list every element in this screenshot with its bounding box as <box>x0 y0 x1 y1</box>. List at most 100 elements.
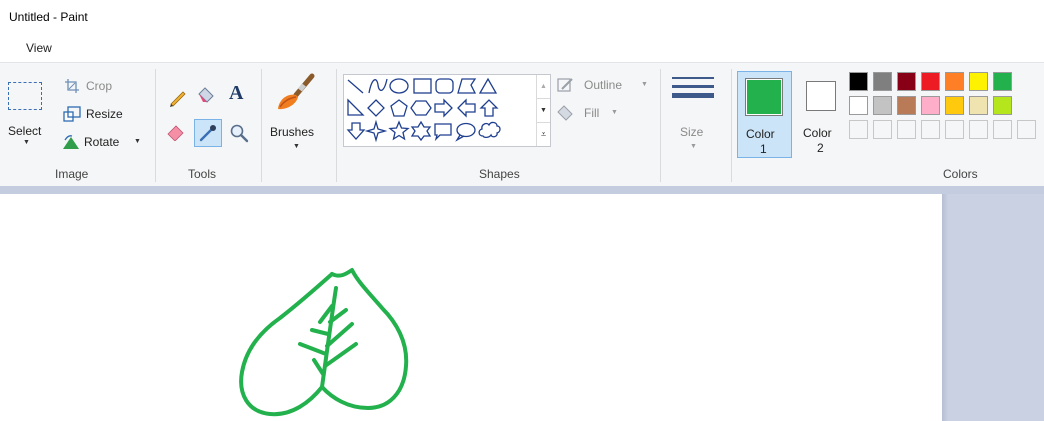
palette-swatch[interactable] <box>993 72 1012 91</box>
shapes-gallery-icons <box>346 77 501 143</box>
custom-color-slot[interactable] <box>969 120 988 139</box>
six-point-star-shape-icon <box>410 120 432 142</box>
palette-swatch[interactable] <box>849 72 868 91</box>
palette-swatch[interactable] <box>969 96 988 115</box>
palette-swatch[interactable] <box>873 96 892 115</box>
custom-color-slot[interactable] <box>897 120 916 139</box>
window-title: Untitled - Paint <box>9 10 88 24</box>
fill-bucket-icon[interactable] <box>196 85 216 105</box>
right-arrow-shape-icon <box>434 98 453 118</box>
outline-label: Outline <box>584 78 623 92</box>
color2-number: 2 <box>817 141 824 155</box>
color2-label: Color <box>803 126 832 140</box>
canvas-shadow <box>942 194 948 421</box>
custom-color-slot[interactable] <box>1017 120 1036 139</box>
cloud-callout-shape-icon <box>478 121 501 139</box>
crop-button[interactable]: Crop <box>62 77 132 97</box>
up-arrow-shape-icon <box>479 99 499 117</box>
menu-bar: View <box>0 36 1044 62</box>
color1-label: Color <box>746 127 775 141</box>
shapes-scroll-down-button[interactable]: ▼ <box>536 98 550 122</box>
brushes-button[interactable]: Brushes ▼ <box>266 71 330 157</box>
custom-color-slot[interactable] <box>873 120 892 139</box>
group-separator <box>731 69 732 182</box>
palette-swatch[interactable] <box>873 72 892 91</box>
group-separator <box>155 69 156 182</box>
color1-swatch <box>745 78 783 116</box>
pencil-icon[interactable] <box>168 87 188 107</box>
title-bar: Untitled - Paint <box>0 0 1044 32</box>
palette-swatch[interactable] <box>921 96 940 115</box>
text-tool-icon[interactable]: A <box>229 82 243 105</box>
eraser-icon[interactable] <box>166 121 186 141</box>
custom-color-slot[interactable] <box>849 120 868 139</box>
group-separator <box>336 69 337 182</box>
select-rectangle-icon <box>8 82 42 110</box>
palette-swatch[interactable] <box>945 72 964 91</box>
palette-swatch[interactable] <box>945 96 964 115</box>
custom-color-slot[interactable] <box>945 120 964 139</box>
drawing-canvas[interactable] <box>0 194 942 421</box>
rounded-callout-shape-icon <box>434 123 452 142</box>
resize-icon <box>63 106 81 122</box>
oval-shape-icon <box>389 78 409 94</box>
brush-icon <box>278 73 315 110</box>
polygon-shape-icon <box>457 78 477 94</box>
crop-icon <box>65 79 79 93</box>
chevron-down-icon: ▼ <box>134 138 141 145</box>
rotate-button[interactable]: Rotate ▼ <box>62 133 146 153</box>
triangle-shape-icon <box>478 77 498 94</box>
curve-shape-icon <box>368 78 388 94</box>
ribbon-border <box>0 186 1044 194</box>
select-label: Select <box>8 124 42 138</box>
palette-swatch[interactable] <box>921 72 940 91</box>
palette-swatch[interactable] <box>897 96 916 115</box>
palette-swatch[interactable] <box>993 96 1012 115</box>
tools-group-label: Tools <box>188 167 217 181</box>
size-lines-icon <box>672 75 714 105</box>
brushes-label: Brushes <box>270 125 315 139</box>
palette-swatch[interactable] <box>969 72 988 91</box>
shapes-gallery[interactable]: ▲ ▼ ⩡ <box>343 74 551 147</box>
outline-button[interactable]: Outline ▼ <box>556 76 652 96</box>
chevron-down-icon: ▼ <box>23 139 30 146</box>
resize-label: Resize <box>86 107 123 121</box>
color2-swatch <box>806 81 836 111</box>
magnifier-icon[interactable] <box>229 123 249 143</box>
rotate-icon <box>63 135 79 149</box>
color-picker-button[interactable] <box>194 119 222 147</box>
palette-swatch[interactable] <box>897 72 916 91</box>
menu-view[interactable]: View <box>26 41 52 55</box>
chevron-down-icon: ▼ <box>641 81 648 88</box>
five-point-star-shape-icon <box>388 120 410 141</box>
select-button[interactable]: Select ▼ <box>4 79 46 159</box>
image-group-label: Image <box>55 167 89 181</box>
custom-color-slot[interactable] <box>921 120 940 139</box>
crop-label: Crop <box>86 79 113 93</box>
ribbon: Select ▼ Crop Resize Rotate ▼ Image A To… <box>0 62 1044 187</box>
right-triangle-shape-icon <box>347 98 365 116</box>
oval-callout-shape-icon <box>455 122 476 142</box>
pentagon-shape-icon <box>390 99 408 117</box>
fill-button[interactable]: Fill ▼ <box>556 104 626 124</box>
rotate-label: Rotate <box>84 135 120 149</box>
chevron-down-icon: ▼ <box>611 109 618 116</box>
palette-swatch[interactable] <box>849 96 868 115</box>
rounded-rectangle-shape-icon <box>435 78 454 94</box>
rectangle-shape-icon <box>413 78 432 94</box>
down-arrow-shape-icon <box>346 122 366 140</box>
shapes-expand-button[interactable]: ⩡ <box>536 122 550 146</box>
leaf-drawing <box>239 268 409 417</box>
canvas-workspace <box>0 194 1044 421</box>
color2-button[interactable]: Color 2 <box>798 71 844 158</box>
colors-group-label: Colors <box>943 167 978 181</box>
size-button[interactable]: Size ▼ <box>668 73 724 159</box>
resize-button[interactable]: Resize <box>62 105 132 125</box>
chevron-down-icon: ▼ <box>293 143 300 150</box>
color1-button[interactable]: Color 1 <box>737 71 792 158</box>
diamond-shape-icon <box>367 99 385 117</box>
fill-label: Fill <box>584 106 600 120</box>
shapes-scroll-up-button[interactable]: ▲ <box>536 75 550 98</box>
chevron-down-icon: ▼ <box>690 143 697 150</box>
custom-color-slot[interactable] <box>993 120 1012 139</box>
